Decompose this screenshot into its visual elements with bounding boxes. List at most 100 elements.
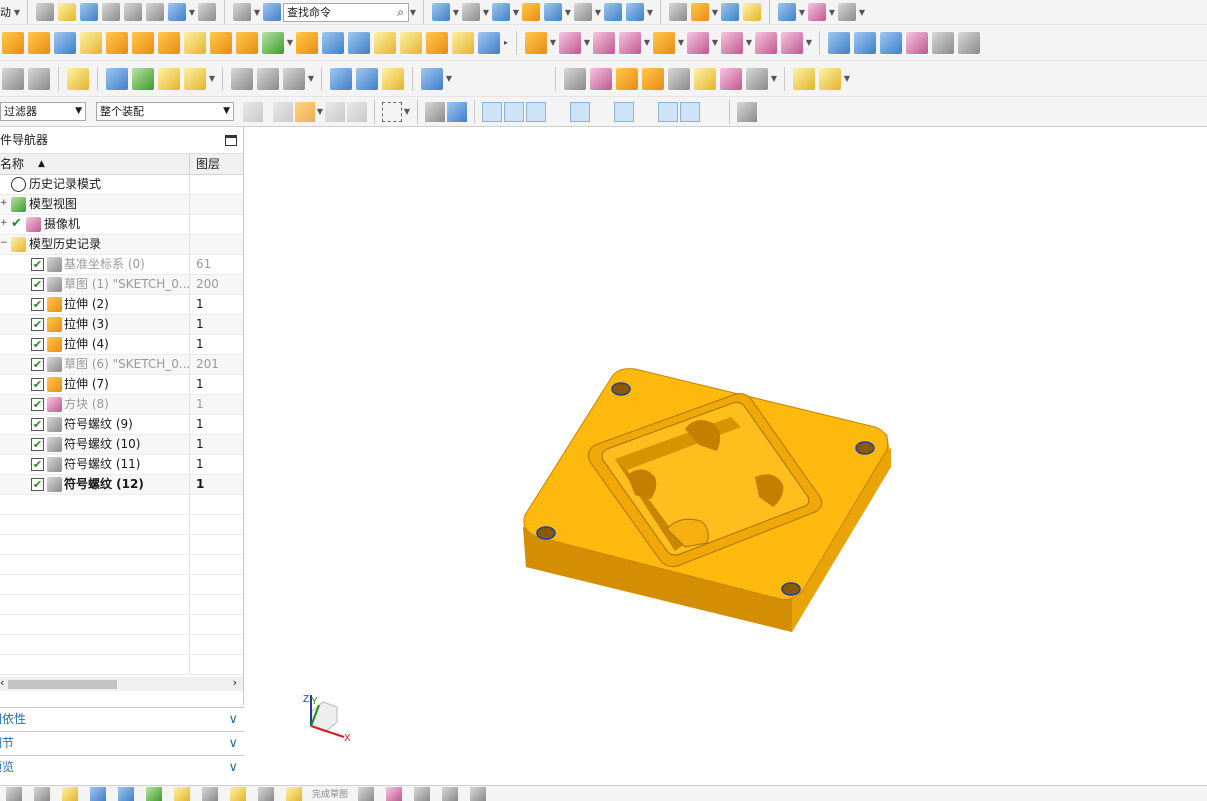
panel-preview[interactable]: 预览 ∨ bbox=[0, 755, 244, 779]
visibility-checkbox[interactable]: ✔ bbox=[31, 438, 44, 451]
feature-row[interactable]: ✔ 符号螺纹 (9) 1 bbox=[0, 415, 243, 435]
spring-icon[interactable] bbox=[356, 67, 378, 90]
maximize-icon[interactable] bbox=[225, 135, 237, 146]
bridge-surface-icon[interactable] bbox=[958, 31, 980, 54]
chevron-down-icon[interactable]: ▼ bbox=[13, 8, 21, 17]
panel-details[interactable]: 细节 ∨ bbox=[0, 731, 244, 755]
component-2-icon[interactable] bbox=[819, 67, 841, 90]
open-folder-icon[interactable] bbox=[58, 3, 76, 21]
move-component-icon[interactable] bbox=[158, 67, 180, 90]
chevron-down-icon[interactable]: ▼ bbox=[843, 74, 851, 83]
chamfer-icon[interactable] bbox=[348, 31, 370, 54]
scrollbar-thumb[interactable] bbox=[8, 680, 117, 689]
combine-icon[interactable] bbox=[236, 31, 258, 54]
snap-on-curve-icon[interactable] bbox=[680, 101, 700, 122]
scroll-right-icon[interactable]: › bbox=[233, 676, 237, 689]
triangle-icon[interactable] bbox=[564, 67, 586, 90]
panel-dependencies[interactable]: 相依性 ∨ bbox=[0, 707, 244, 731]
fillet-icon[interactable] bbox=[470, 786, 487, 801]
chevron-down-icon[interactable]: ∨ bbox=[228, 708, 238, 731]
edit-section-icon[interactable] bbox=[522, 3, 540, 21]
chevron-down-icon[interactable]: ▼ bbox=[286, 38, 294, 47]
measure-icon[interactable] bbox=[808, 3, 826, 21]
column-layer-header[interactable]: 图层 bbox=[190, 154, 243, 174]
gear-tool-icon[interactable] bbox=[421, 67, 443, 90]
snap-arc-center-icon[interactable] bbox=[592, 102, 612, 122]
feature-row[interactable]: ✔ 拉伸 (2) 1 bbox=[0, 295, 243, 315]
offset-face-icon[interactable] bbox=[400, 31, 422, 54]
shaded-cube-icon[interactable] bbox=[492, 3, 510, 21]
feature-row[interactable]: ✔ 符号螺纹 (12) 1 bbox=[0, 475, 243, 495]
select-edge-icon[interactable] bbox=[347, 101, 367, 122]
solid-body-icon[interactable] bbox=[447, 101, 467, 122]
note-icon[interactable] bbox=[668, 67, 690, 90]
snap-intersection-icon[interactable] bbox=[570, 101, 590, 122]
paste-icon[interactable] bbox=[146, 3, 164, 21]
groove-icon[interactable] bbox=[158, 31, 180, 54]
snap-midpoint-icon[interactable] bbox=[526, 101, 546, 122]
graphics-viewport[interactable]: Z Y X bbox=[255, 127, 1207, 785]
chevron-down-icon[interactable]: ▼ bbox=[643, 38, 651, 47]
layer-stack-icon[interactable] bbox=[2, 67, 24, 90]
chevron-down-icon[interactable]: ▼ bbox=[805, 38, 813, 47]
copy-icon[interactable] bbox=[124, 3, 142, 21]
snap-center-icon[interactable] bbox=[614, 101, 634, 122]
expand-icon[interactable]: + bbox=[0, 218, 8, 228]
rectangle-select-icon[interactable] bbox=[382, 101, 402, 122]
move-face-icon[interactable] bbox=[478, 31, 500, 54]
chevron-down-icon[interactable]: ▼ bbox=[770, 74, 778, 83]
feature-row[interactable]: ✔ 草图 (6) "SKETCH_0... 201 bbox=[0, 355, 243, 375]
type-filter-dropdown[interactable]: 过滤器 ▼ bbox=[0, 102, 86, 121]
collapse-icon[interactable]: − bbox=[0, 238, 8, 248]
chevron-down-icon[interactable]: ▼ bbox=[677, 38, 685, 47]
chevron-down-icon[interactable]: ▼ bbox=[316, 107, 324, 116]
profile-icon[interactable] bbox=[34, 786, 50, 801]
visibility-checkbox[interactable]: ✔ bbox=[31, 378, 44, 391]
lock-icon[interactable] bbox=[230, 786, 246, 801]
chevron-down-icon[interactable]: ∨ bbox=[228, 732, 238, 755]
point-grid-icon[interactable] bbox=[616, 67, 638, 90]
linear-dim-icon[interactable] bbox=[755, 31, 777, 54]
window-icon[interactable] bbox=[233, 3, 251, 21]
chevron-down-icon[interactable]: ▼ bbox=[403, 107, 411, 116]
feature-row[interactable]: ✔ 基准坐标系 (0) 61 bbox=[0, 255, 243, 275]
snap-on-face-icon[interactable] bbox=[702, 102, 722, 122]
chevron-down-icon[interactable]: ▼ bbox=[188, 8, 196, 17]
horizontal-scrollbar[interactable]: ‹ › bbox=[0, 676, 243, 691]
snap-enable-icon[interactable] bbox=[482, 101, 502, 122]
chevron-down-icon[interactable]: ▼ bbox=[646, 8, 654, 17]
visibility-checkbox[interactable]: ✔ bbox=[31, 458, 44, 471]
undo-icon[interactable] bbox=[168, 3, 186, 21]
dimension-icon[interactable] bbox=[720, 67, 742, 90]
render-style-icon[interactable] bbox=[462, 3, 480, 21]
component-icon[interactable] bbox=[793, 67, 815, 90]
draft-icon[interactable] bbox=[374, 31, 396, 54]
select-body-icon[interactable] bbox=[295, 101, 315, 122]
save-icon[interactable] bbox=[80, 3, 98, 21]
feature-row[interactable]: ✔ 拉伸 (3) 1 bbox=[0, 315, 243, 335]
offset-region-icon[interactable] bbox=[619, 31, 641, 54]
find-command-input[interactable]: 查找命令 ⌕ bbox=[283, 2, 409, 22]
cut-icon[interactable] bbox=[102, 3, 120, 21]
chevron-down-icon[interactable]: ▼ bbox=[512, 8, 520, 17]
filter-settings-icon[interactable] bbox=[243, 101, 263, 122]
delete-face-icon[interactable] bbox=[559, 31, 581, 54]
chevron-down-icon[interactable]: ▼ bbox=[445, 74, 453, 83]
visibility-checkbox[interactable]: ✔ bbox=[31, 358, 44, 371]
menu-dropdown-label[interactable]: 动 bbox=[0, 4, 13, 20]
chevron-down-icon[interactable]: ▼ bbox=[549, 38, 557, 47]
through-curves-icon[interactable] bbox=[828, 31, 850, 54]
chevron-down-icon[interactable]: ▼ bbox=[409, 8, 417, 17]
feature-row[interactable]: ✔ 符号螺纹 (10) 1 bbox=[0, 435, 243, 455]
chevron-down-icon[interactable]: ▸ bbox=[502, 38, 510, 47]
chevron-down-icon[interactable]: ▼ bbox=[711, 38, 719, 47]
make-coplanar-icon[interactable] bbox=[687, 31, 709, 54]
visibility-checkbox[interactable]: ✔ bbox=[31, 278, 44, 291]
spline-icon[interactable] bbox=[257, 67, 279, 90]
chevron-down-icon[interactable]: ▼ bbox=[307, 74, 315, 83]
circle-icon[interactable] bbox=[414, 786, 431, 801]
command-finder-icon[interactable] bbox=[263, 3, 281, 21]
feature-row[interactable]: ✔ 拉伸 (4) 1 bbox=[0, 335, 243, 355]
snap-existing-point-icon[interactable] bbox=[658, 101, 678, 122]
snap-quadrant-icon[interactable] bbox=[636, 102, 656, 122]
